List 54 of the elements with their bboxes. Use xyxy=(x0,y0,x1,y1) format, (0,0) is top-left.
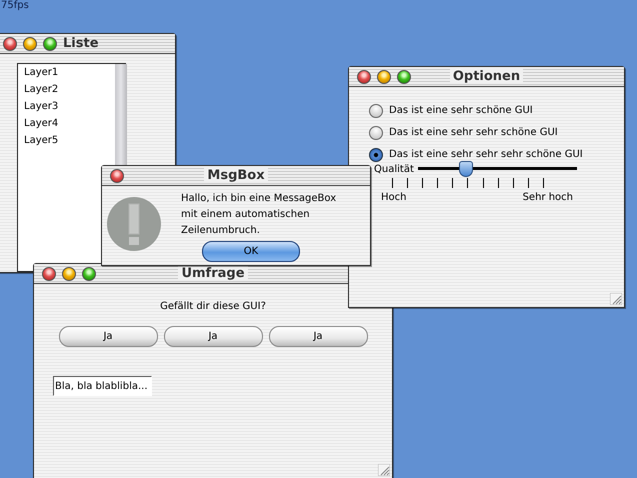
tick-mark xyxy=(512,178,514,188)
window-title: Liste xyxy=(63,36,99,51)
answer-button[interactable]: Ja xyxy=(164,326,262,347)
radio-button[interactable] xyxy=(369,126,383,140)
radio-button[interactable] xyxy=(369,148,383,162)
window-title: Umfrage xyxy=(178,266,248,281)
tick-mark xyxy=(542,178,544,188)
input-field[interactable]: Bla, bla blablibla... xyxy=(53,376,152,396)
radio-label: Das ist eine sehr schöne GUI xyxy=(389,105,533,116)
zoom-button[interactable] xyxy=(82,266,96,280)
tick-mark xyxy=(482,178,484,188)
slider-label: Qualität xyxy=(374,164,414,174)
scale-label: Hoch xyxy=(381,192,406,203)
tick-mark xyxy=(422,178,424,188)
title-bar[interactable]: MsgBox xyxy=(102,166,370,186)
slider-thumb[interactable] xyxy=(458,161,473,177)
zoom-button[interactable] xyxy=(43,36,57,50)
tick-mark xyxy=(467,178,468,188)
tick-mark xyxy=(452,178,454,188)
radio-label: Das ist eine sehr sehr sehr schöne GUI xyxy=(389,149,583,160)
tick-mark xyxy=(528,178,529,188)
radio-button[interactable] xyxy=(369,104,383,118)
minimize-button[interactable] xyxy=(377,70,391,84)
resize-grip-icon[interactable] xyxy=(378,464,390,476)
window-title: MsgBox xyxy=(204,168,268,183)
list-item[interactable]: Layer5 xyxy=(23,132,60,149)
scale-label: Sehr hoch xyxy=(522,192,573,203)
title-bar[interactable]: Optionen xyxy=(349,67,624,87)
window-title: Optionen xyxy=(450,69,524,84)
exclamation-icon xyxy=(107,197,161,251)
tick-mark xyxy=(392,178,393,188)
tick-mark xyxy=(498,178,499,188)
tick-mark xyxy=(407,178,408,188)
close-button[interactable] xyxy=(357,70,371,84)
fps-counter: 75fps xyxy=(1,0,29,11)
list-item[interactable]: Layer1 xyxy=(23,64,60,81)
answer-button[interactable]: Ja xyxy=(58,326,158,347)
close-button[interactable] xyxy=(3,36,17,50)
list-item[interactable]: Layer2 xyxy=(23,81,60,98)
minimize-button[interactable] xyxy=(62,266,76,280)
resize-grip-icon[interactable] xyxy=(610,293,622,305)
close-button[interactable] xyxy=(42,266,56,280)
ok-button[interactable]: OK xyxy=(202,241,300,262)
answer-button[interactable]: Ja xyxy=(268,326,368,347)
question-text: Gefällt dir diese GUI? xyxy=(160,301,266,312)
list-item[interactable]: Layer4 xyxy=(23,115,60,132)
zoom-button[interactable] xyxy=(397,70,411,84)
list-item[interactable]: Layer3 xyxy=(23,98,60,115)
radio-label: Das ist eine sehr sehr schöne GUI xyxy=(389,127,558,138)
minimize-button[interactable] xyxy=(23,36,37,50)
close-button[interactable] xyxy=(110,168,124,182)
tick-mark xyxy=(437,178,438,188)
title-bar[interactable]: Liste xyxy=(0,34,175,54)
message-text: Hallo, ich bin eine MessageBox mit einem automatischen Zeilenumbruch. xyxy=(181,192,336,238)
